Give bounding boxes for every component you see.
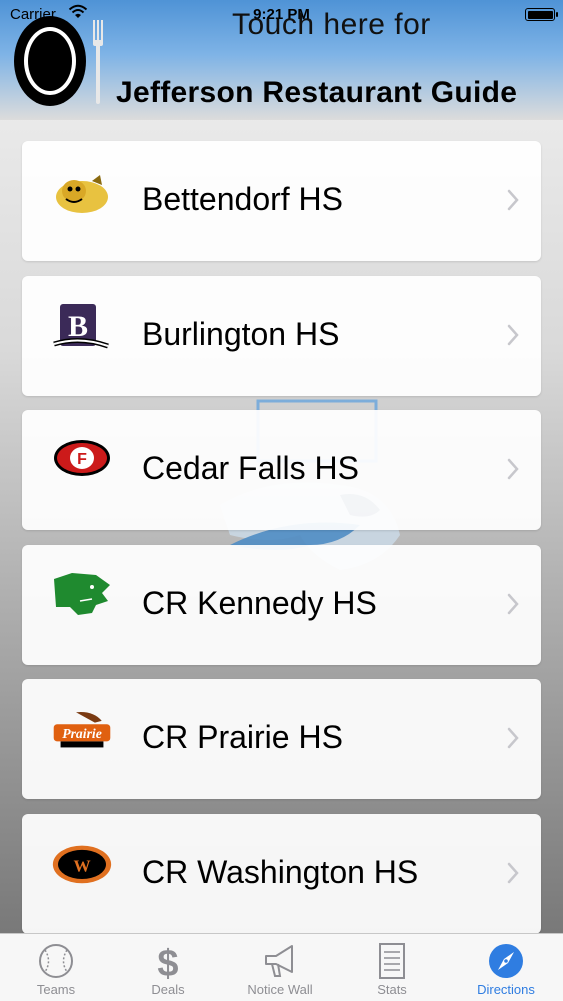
school-name: CR Kennedy HS [142,584,377,621]
svg-text:F: F [77,451,87,468]
banner-title: Jefferson Restaurant Guide [116,76,518,109]
tab-label: Directions [477,982,535,997]
list-item-cedar-falls[interactable]: F Cedar Falls HS [22,410,541,530]
tab-directions[interactable]: Directions [450,934,562,1001]
chevron-right-icon [507,189,519,211]
chevron-right-icon [507,862,519,883]
chevron-right-icon [507,727,519,749]
cougar-logo-icon [54,572,110,615]
list-item-cr-prairie[interactable]: Prairie CR Prairie HS [22,679,541,799]
tab-stats[interactable]: Stats [336,934,448,1001]
tab-teams[interactable]: Teams [0,934,112,1001]
baseball-icon [39,944,73,978]
chevron-right-icon [507,458,519,480]
svg-text:Prairie: Prairie [62,726,102,741]
school-name: CR Prairie HS [142,719,343,755]
list-item-cr-kennedy[interactable]: CR Kennedy HS [22,544,541,665]
school-name: Burlington HS [142,315,340,352]
school-name: Bettendorf HS [142,181,343,217]
dollar-icon: $ [157,943,178,980]
school-name: Cedar Falls HS [142,450,359,486]
list-item-cr-washington[interactable]: W CR Washington HS [22,813,541,934]
prairie-hawks-logo-icon: Prairie [53,712,111,748]
restaurant-guide-banner[interactable]: Carrier 9:21 PM Touch here for Jefferson… [0,0,563,120]
svg-text:W: W [73,856,90,875]
compass-icon [489,944,523,978]
megaphone-icon [265,945,293,977]
tab-bar: Teams $ Deals Notice Wall Stats Directio [0,933,563,1001]
washington-logo-icon: W [52,845,112,883]
tab-label: Notice Wall [247,982,313,997]
school-list: Bettendorf HS B Burlington HS F Cedar Fa… [22,141,541,948]
banner-line-1: Touch here for [232,8,431,41]
cf-logo-icon: F [54,440,110,476]
tab-deals[interactable]: $ Deals [112,934,224,1001]
tab-label: Deals [151,982,185,997]
chevron-right-icon [507,593,519,614]
battery-icon [525,8,558,21]
b-greyhounds-logo-icon: B [53,303,109,348]
school-name: CR Washington HS [142,853,419,890]
tab-label: Stats [377,982,407,997]
list-item-burlington[interactable]: B Burlington HS [22,275,541,396]
svg-text:$: $ [157,943,178,980]
tab-label: Teams [36,982,76,997]
tab-notice-wall[interactable]: Notice Wall [224,934,336,1001]
bulldog-logo-icon [56,175,108,213]
plate-fork-icon [14,16,103,106]
chevron-right-icon [507,324,519,345]
document-icon [379,943,405,979]
list-item-bettendorf[interactable]: Bettendorf HS [22,141,541,261]
